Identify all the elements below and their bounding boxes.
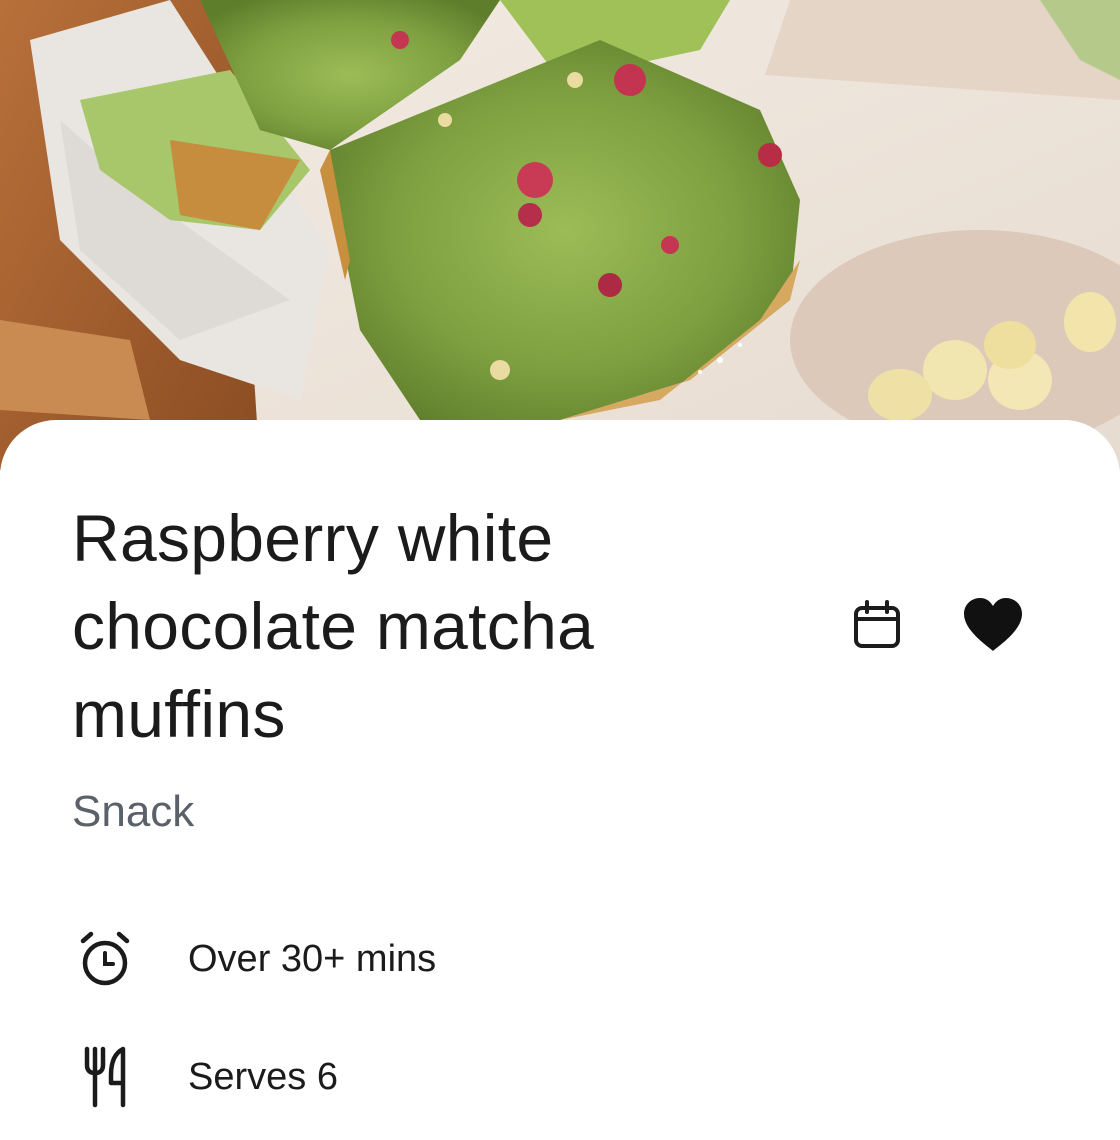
- fork-knife-icon: [72, 1044, 138, 1110]
- alarm-clock-icon: [72, 926, 138, 992]
- cook-time-text: Over 30+ mins: [188, 937, 437, 980]
- servings-text: Serves 6: [188, 1055, 338, 1098]
- calendar-icon: [854, 600, 900, 648]
- add-to-calendar-button[interactable]: [841, 589, 913, 661]
- cook-time-row: Over 30+ mins: [72, 924, 436, 994]
- servings-row: Serves 6: [72, 1042, 338, 1112]
- recipe-title: Raspberry white chocolate matcha muffins: [72, 501, 595, 751]
- recipe-hero-image: [0, 0, 1120, 470]
- recipe-category: Snack: [72, 787, 195, 836]
- heart-filled-icon: [964, 598, 1022, 651]
- matcha-muffins-photo: [0, 0, 1120, 470]
- favorite-button[interactable]: [957, 589, 1029, 661]
